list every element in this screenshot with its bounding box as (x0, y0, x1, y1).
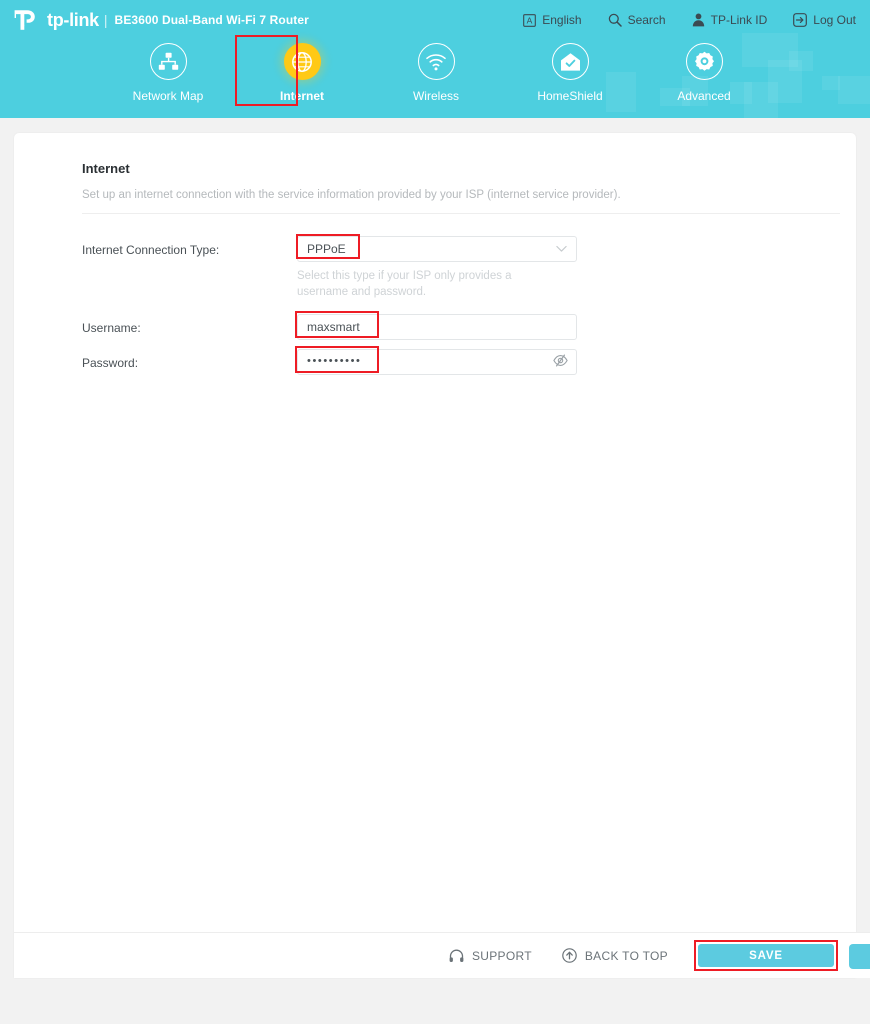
content-inner: Internet Set up an internet connection w… (14, 161, 856, 375)
globe-icon (292, 51, 312, 72)
password-value: •••••••••• (307, 355, 362, 368)
field-row-password: Password: •••••••••• (82, 345, 842, 375)
internet-settings-form: Internet Connection Type: PPPoE Select t… (82, 234, 842, 375)
page-area: Internet Set up an internet connection w… (0, 118, 870, 1024)
connection-type-value: PPPoE (307, 242, 346, 256)
username-control: maxsmart (295, 310, 577, 340)
nav-label-advanced: Advanced (677, 89, 731, 103)
nav-tab-internet[interactable]: Internet (235, 35, 369, 118)
app-header: tp-link | BE3600 Dual-Band Wi-Fi 7 Route… (0, 0, 870, 118)
field-row-connection-type: Internet Connection Type: PPPoE Select t… (82, 234, 842, 301)
toggle-password-visibility-button[interactable] (553, 354, 568, 369)
gear-icon-wrap (685, 43, 723, 80)
home-shield-icon (560, 52, 580, 71)
tp-link-logo-icon (14, 10, 35, 30)
nav-label-wireless: Wireless (412, 89, 459, 103)
content-card: Internet Set up an internet connection w… (14, 133, 870, 978)
headset-icon (449, 949, 464, 962)
field-row-username: Username: maxsmart (82, 310, 842, 340)
svg-text:A: A (527, 15, 533, 25)
gear-icon (694, 51, 714, 71)
chevron-down-icon (556, 245, 567, 252)
back-to-top-button[interactable]: BACK TO TOP (562, 948, 668, 963)
top-bar-actions: A English Search TP-Link ID Log Out (523, 13, 856, 27)
nav-label-network-map: Network Map (132, 89, 204, 103)
eye-slash-icon (553, 354, 568, 367)
network-map-icon-wrap (149, 43, 187, 80)
tp-link-id-label: TP-Link ID (710, 13, 768, 27)
logout-icon (793, 13, 808, 27)
connection-type-label: Internet Connection Type: (82, 243, 220, 257)
globe-icon-wrap (283, 43, 321, 80)
arrow-up-circle-icon (562, 948, 577, 963)
connection-type-select[interactable]: PPPoE (296, 234, 577, 262)
password-control: •••••••••• (295, 345, 577, 375)
search-button[interactable]: Search (608, 13, 666, 27)
wifi-icon-wrap (417, 43, 455, 80)
user-account-icon (692, 13, 704, 27)
page-description: Set up an internet connection with the s… (82, 189, 840, 214)
nav-label-internet: Internet (279, 89, 324, 103)
brand-logo[interactable]: tp-link (14, 9, 99, 31)
nav-tab-homeshield[interactable]: HomeShield (503, 40, 637, 118)
home-shield-icon-wrap (551, 43, 589, 80)
username-input[interactable]: maxsmart (295, 310, 577, 340)
language-label: English (542, 13, 582, 27)
language-icon: A (523, 13, 537, 27)
nav-tab-wireless[interactable]: Wireless (369, 40, 503, 118)
support-label: SUPPORT (471, 948, 532, 963)
nav-label-homeshield: HomeShield (537, 89, 603, 103)
password-input[interactable]: •••••••••• (295, 345, 577, 375)
connection-type-control: PPPoE Select this type if your ISP only … (296, 234, 577, 301)
search-icon (608, 13, 622, 27)
router-model-name: BE3600 Dual-Band Wi-Fi 7 Router (114, 13, 309, 27)
support-button[interactable]: SUPPORT (449, 949, 532, 963)
username-label: Username: (82, 320, 141, 335)
logo-text: tp-link (47, 9, 99, 30)
back-to-top-label: BACK TO TOP (584, 948, 668, 963)
search-label: Search (627, 13, 666, 27)
nav-tab-network-map[interactable]: Network Map (101, 40, 235, 118)
network-map-icon (158, 52, 178, 70)
corner-widget-button[interactable] (849, 944, 870, 969)
header-divider: | (103, 12, 108, 28)
page-footer: SUPPORT BACK TO TOP SAVE (14, 932, 870, 978)
save-button-wrap: SAVE (694, 940, 838, 971)
tp-link-id-button[interactable]: TP-Link ID (692, 13, 768, 27)
language-button[interactable]: A English (523, 13, 582, 27)
connection-type-helper: Select this type if your ISP only provid… (297, 270, 512, 299)
main-navigation: Network Map Internet Wireless HomeShield… (0, 35, 870, 118)
nav-tab-advanced[interactable]: Advanced (637, 40, 771, 118)
password-label: Password: (82, 355, 139, 370)
wifi-icon (426, 53, 446, 70)
logout-button[interactable]: Log Out (793, 13, 856, 27)
save-button[interactable]: SAVE (698, 944, 834, 967)
page-title: Internet (82, 161, 130, 176)
logout-label: Log Out (813, 13, 856, 27)
top-bar: tp-link | BE3600 Dual-Band Wi-Fi 7 Route… (0, 0, 870, 40)
username-value: maxsmart (307, 319, 360, 334)
